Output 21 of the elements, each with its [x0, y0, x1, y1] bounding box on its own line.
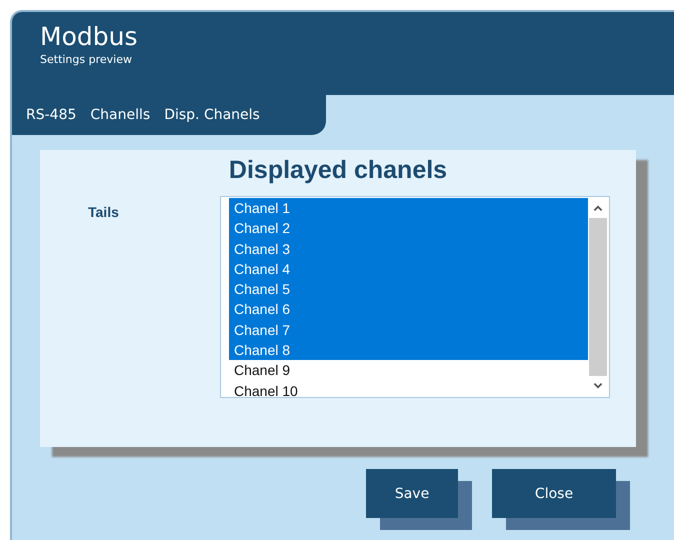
- tab[interactable]: RS-485: [26, 107, 76, 123]
- list-item[interactable]: Chanel 1: [229, 198, 588, 218]
- list-item[interactable]: Chanel 10: [229, 380, 588, 401]
- app-subtitle: Settings preview: [40, 53, 133, 66]
- tab[interactable]: Disp. Chanels: [164, 107, 260, 123]
- panel-title: Displayed chanels: [228, 156, 448, 185]
- list-item[interactable]: Chanel 6: [229, 299, 588, 320]
- list-item[interactable]: Chanel 8: [229, 340, 588, 360]
- action-button[interactable]: Save: [366, 469, 458, 518]
- action-button[interactable]: Close: [492, 469, 616, 518]
- list-item[interactable]: Chanel 5: [229, 279, 588, 300]
- list-item[interactable]: Chanel 2: [229, 218, 588, 239]
- list-item[interactable]: Chanel 3: [229, 238, 588, 259]
- list-item[interactable]: Chanel 9: [229, 360, 588, 381]
- list-item[interactable]: Chanel 4: [229, 258, 588, 280]
- list-item[interactable]: Chanel 7: [229, 320, 588, 340]
- channel-listbox[interactable]: Chanel 1 Chanel 2 Chanel 3 Chanel 4 Chanel 5 Chanel 6 Chanel 7 Chanel 8 Chanel 9 Chanel 10: [220, 196, 610, 398]
- scroll-thumb[interactable]: [589, 218, 607, 376]
- app-title: Modbus: [40, 22, 138, 52]
- tab[interactable]: Chanells: [90, 107, 150, 123]
- field-label: Tails: [87, 203, 120, 222]
